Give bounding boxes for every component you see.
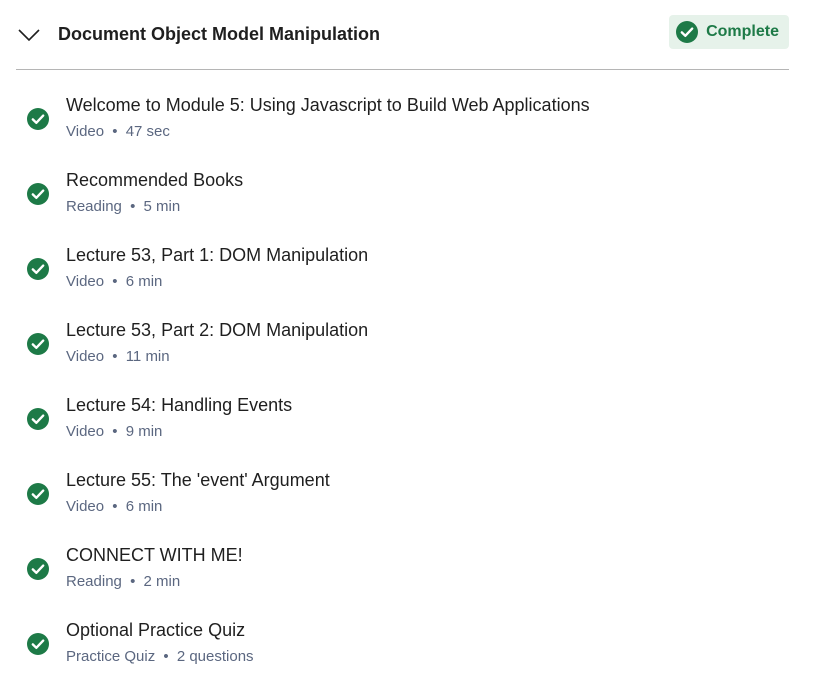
item-title[interactable]: Welcome to Module 5: Using Javascript to… xyxy=(66,95,590,116)
item-title[interactable]: Optional Practice Quiz xyxy=(66,620,245,641)
item-title[interactable]: Lecture 53, Part 1: DOM Manipulation xyxy=(66,245,368,266)
chevron-down-icon[interactable] xyxy=(18,28,40,42)
module-item[interactable]: Lecture 55: The 'event' Argument Video •… xyxy=(16,445,789,520)
module-item[interactable]: CONNECT WITH ME! Reading • 2 min xyxy=(16,520,789,595)
item-type: Reading xyxy=(66,573,122,590)
item-meta: Video • 47 sec xyxy=(66,123,170,140)
item-meta: Reading • 2 min xyxy=(66,573,180,590)
item-meta: Video • 6 min xyxy=(66,498,162,515)
item-title[interactable]: Lecture 54: Handling Events xyxy=(66,395,292,416)
meta-separator: • xyxy=(130,198,136,215)
module-item[interactable]: Lecture 54: Handling Events Video • 9 mi… xyxy=(16,370,789,445)
meta-separator: • xyxy=(112,123,118,140)
meta-separator: • xyxy=(112,273,118,290)
check-circle-icon xyxy=(26,632,50,656)
module-item[interactable]: Welcome to Module 5: Using Javascript to… xyxy=(16,70,789,145)
item-duration: 2 min xyxy=(143,573,181,590)
module-section: Document Object Model Manipulation Compl… xyxy=(16,0,789,670)
item-meta: Video • 9 min xyxy=(66,423,162,440)
check-circle-icon xyxy=(26,107,50,131)
item-title[interactable]: Lecture 55: The 'event' Argument xyxy=(66,470,330,491)
check-circle-icon xyxy=(26,482,50,506)
item-type: Video xyxy=(66,348,105,365)
item-duration: 5 min xyxy=(143,198,181,215)
check-circle-icon xyxy=(26,332,50,356)
check-circle-icon xyxy=(26,257,50,281)
item-title[interactable]: Recommended Books xyxy=(66,170,243,191)
meta-separator: • xyxy=(163,648,169,665)
meta-separator: • xyxy=(112,348,118,365)
item-meta: Practice Quiz • 2 questions xyxy=(66,648,254,665)
item-duration: 2 questions xyxy=(176,648,254,665)
item-meta: Reading • 5 min xyxy=(66,198,180,215)
item-duration: 47 sec xyxy=(125,123,170,140)
meta-separator: • xyxy=(112,423,118,440)
item-title[interactable]: Lecture 53, Part 2: DOM Manipulation xyxy=(66,320,368,341)
item-type: Video xyxy=(66,123,105,140)
module-header[interactable]: Document Object Model Manipulation Compl… xyxy=(16,0,789,70)
check-circle-icon xyxy=(26,407,50,431)
item-duration: 11 min xyxy=(125,348,170,365)
module-title: Document Object Model Manipulation xyxy=(58,24,381,44)
module-item[interactable]: Lecture 53, Part 1: DOM Manipulation Vid… xyxy=(16,220,789,295)
module-item[interactable]: Recommended Books Reading • 5 min xyxy=(16,145,789,220)
module-item-list: Welcome to Module 5: Using Javascript to… xyxy=(16,70,789,670)
meta-separator: • xyxy=(130,573,136,590)
check-circle-icon xyxy=(675,20,699,44)
item-type: Reading xyxy=(66,198,122,215)
status-text: Complete xyxy=(706,23,779,40)
module-item[interactable]: Lecture 53, Part 2: DOM Manipulation Vid… xyxy=(16,295,789,370)
item-meta: Video • 11 min xyxy=(66,348,170,365)
item-type: Video xyxy=(66,498,105,515)
check-circle-icon xyxy=(26,182,50,206)
item-meta: Video • 6 min xyxy=(66,273,162,290)
item-type: Video xyxy=(66,273,105,290)
item-duration: 6 min xyxy=(125,498,163,515)
item-type: Video xyxy=(66,423,105,440)
check-circle-icon xyxy=(26,557,50,581)
item-duration: 9 min xyxy=(125,423,163,440)
item-type: Practice Quiz xyxy=(66,648,156,665)
module-item[interactable]: Optional Practice Quiz Practice Quiz • 2… xyxy=(16,595,789,670)
status-badge: Complete xyxy=(669,15,789,49)
meta-separator: • xyxy=(112,498,118,515)
item-title[interactable]: CONNECT WITH ME! xyxy=(66,545,243,566)
item-duration: 6 min xyxy=(125,273,163,290)
